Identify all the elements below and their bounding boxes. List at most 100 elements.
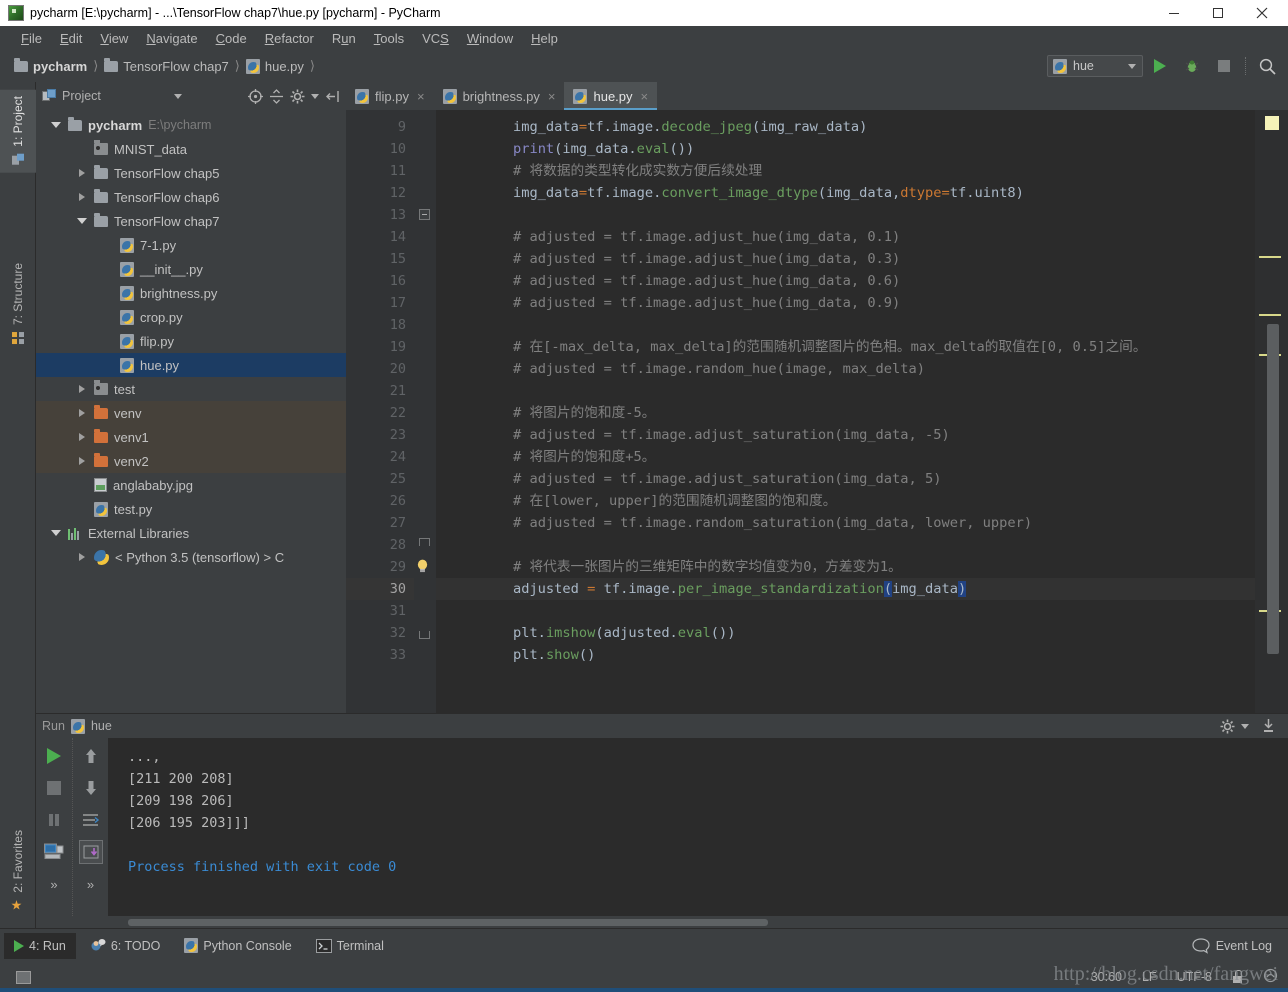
sidebar-item-project[interactable]: 1: Project [0, 90, 36, 173]
tool-button-terminal[interactable]: Terminal [306, 933, 394, 959]
code-line[interactable]: img_data=tf.image.convert_image_dtype(im… [436, 182, 1255, 204]
code-line[interactable]: print(img_data.eval()) [436, 138, 1255, 160]
stop-button[interactable] [1209, 53, 1239, 79]
locate-icon[interactable] [248, 88, 263, 104]
code-line[interactable]: # 将数据的类型转化成实数方便后续处理 [436, 160, 1255, 182]
editor-tab-flip-py[interactable]: flip.py × [346, 82, 434, 110]
tree-item[interactable]: venv1 [36, 425, 346, 449]
breadcrumb-hue-py[interactable]: hue.py [242, 58, 308, 74]
pause-output-button[interactable] [42, 808, 66, 832]
tree-item[interactable]: pycharm E:\pycharm [36, 113, 346, 137]
tree-item[interactable]: < Python 3.5 (tensorflow) > C [36, 545, 346, 569]
code-line[interactable]: adjusted = tf.image.per_image_standardiz… [436, 578, 1255, 600]
chevron-right-icon[interactable] [76, 407, 88, 419]
run-console-output[interactable]: ..., [211 200 208] [209 198 206] [206 195 2… [108, 738, 1288, 916]
code-line[interactable] [436, 534, 1255, 556]
gear-icon[interactable] [1220, 719, 1235, 734]
maximize-button[interactable] [1196, 0, 1240, 26]
read-only-toggle[interactable] [1222, 970, 1253, 984]
export-icon[interactable] [1261, 718, 1276, 734]
code-line[interactable] [436, 204, 1255, 226]
code-line[interactable]: # adjusted = tf.image.adjust_hue(img_dat… [436, 292, 1255, 314]
tree-item[interactable]: 7-1.py [36, 233, 346, 257]
fold-region-start-icon[interactable] [419, 538, 430, 546]
code-line[interactable]: # adjusted = tf.image.random_saturation(… [436, 512, 1255, 534]
menu-edit[interactable]: Edit [51, 29, 91, 48]
rerun-button[interactable] [42, 744, 66, 768]
editor-tab-bar[interactable]: flip.py × brightness.py × hue.py × [346, 82, 1288, 110]
code-line[interactable]: plt.imshow(adjusted.eval()) [436, 622, 1255, 644]
code-line[interactable] [436, 314, 1255, 336]
line-separator[interactable]: LF [1132, 970, 1167, 984]
tree-item[interactable]: crop.py [36, 305, 346, 329]
run-window-config-name[interactable]: hue [91, 719, 112, 733]
search-everywhere-button[interactable] [1252, 53, 1282, 79]
console-horizontal-scrollbar[interactable] [36, 916, 1288, 928]
menu-window[interactable]: Window [458, 29, 522, 48]
code-line[interactable]: # 将图片的饱和度+5。 [436, 446, 1255, 468]
sidebar-item-favorites[interactable]: ★ 2: Favorites [0, 824, 36, 920]
editor-scrollbar-thumb[interactable] [1267, 324, 1279, 654]
code-line[interactable]: # adjusted = tf.image.adjust_saturation(… [436, 468, 1255, 490]
warning-marker[interactable] [1259, 256, 1281, 258]
code-line[interactable] [436, 600, 1255, 622]
chevron-right-icon[interactable] [76, 383, 88, 395]
hector-icon[interactable] [1253, 968, 1288, 986]
tree-item[interactable]: test [36, 377, 346, 401]
intention-bulb-icon[interactable] [416, 559, 429, 574]
expand-actions-button-1[interactable]: » [42, 872, 66, 896]
fold-region-end-icon[interactable] [419, 631, 430, 639]
soft-wrap-button[interactable] [79, 808, 103, 832]
chevron-right-icon[interactable] [76, 431, 88, 443]
stop-process-button[interactable] [42, 776, 66, 800]
tree-item[interactable]: test.py [36, 497, 346, 521]
code-line[interactable]: # adjusted = tf.image.adjust_saturation(… [436, 424, 1255, 446]
hide-icon[interactable] [325, 89, 340, 104]
tree-item[interactable]: TensorFlow chap5 [36, 161, 346, 185]
tool-button-todo[interactable]: 6: TODO [80, 933, 171, 959]
code-line[interactable]: # adjusted = tf.image.adjust_hue(img_dat… [436, 248, 1255, 270]
breadcrumb-tensorflow-chap7[interactable]: TensorFlow chap7 [100, 57, 233, 74]
console-view-button[interactable] [42, 840, 66, 864]
close-icon[interactable]: × [548, 89, 556, 104]
chevron-down-icon[interactable] [76, 215, 88, 227]
code-line[interactable]: # 将图片的饱和度-5。 [436, 402, 1255, 424]
tree-item[interactable]: venv2 [36, 449, 346, 473]
menu-file[interactable]: FFileile [12, 29, 51, 48]
close-button[interactable] [1240, 0, 1284, 26]
tree-item[interactable]: venv [36, 401, 346, 425]
code-line[interactable]: # adjusted = tf.image.adjust_hue(img_dat… [436, 226, 1255, 248]
code-line[interactable]: # 在[lower, upper]的范围随机调整图的饱和度。 [436, 490, 1255, 512]
code-line[interactable]: # 将代表一张图片的三维矩阵中的数字均值变为0，方差变为1。 [436, 556, 1255, 578]
expand-actions-button-2[interactable]: » [79, 872, 103, 896]
menu-view[interactable]: View [91, 29, 137, 48]
gear-icon[interactable] [290, 89, 305, 104]
tree-item[interactable]: __init__.py [36, 257, 346, 281]
inspection-status-icon[interactable] [1265, 116, 1279, 130]
code-line[interactable] [436, 380, 1255, 402]
caret-position[interactable]: 30:60 [1081, 970, 1132, 984]
run-button[interactable] [1145, 53, 1175, 79]
tree-item[interactable]: External Libraries [36, 521, 346, 545]
event-log-button[interactable]: Event Log [1192, 937, 1288, 954]
sidebar-item-structure[interactable]: 7: Structure [0, 257, 36, 351]
menu-tools[interactable]: Tools [365, 29, 413, 48]
chevron-down-icon[interactable] [1241, 723, 1249, 729]
code-line[interactable]: # 在[-max_delta, max_delta]的范围随机调整图片的色相。m… [436, 336, 1255, 358]
editor-tab-brightness-py[interactable]: brightness.py × [434, 82, 565, 110]
menu-run[interactable]: Run [323, 29, 365, 48]
file-encoding[interactable]: UTF-8 [1167, 970, 1222, 984]
chevron-right-icon[interactable] [76, 191, 88, 203]
code-line[interactable]: # adjusted = tf.image.adjust_hue(img_dat… [436, 270, 1255, 292]
tool-button-run[interactable]: 4: Run [4, 932, 76, 959]
code-line[interactable]: img_data=tf.image.decode_jpeg(img_raw_da… [436, 116, 1255, 138]
tree-item[interactable]: TensorFlow chap6 [36, 185, 346, 209]
tree-item[interactable]: TensorFlow chap7 [36, 209, 346, 233]
minimize-button[interactable] [1152, 0, 1196, 26]
scroll-to-end-button[interactable] [78, 840, 103, 864]
warning-marker[interactable] [1259, 314, 1281, 316]
chevron-down-icon[interactable] [311, 93, 319, 99]
project-panel-title-group[interactable]: Project [42, 89, 168, 103]
run-configuration-selector[interactable]: hue [1047, 55, 1143, 77]
breadcrumb-pycharm[interactable]: pycharm [10, 57, 91, 74]
